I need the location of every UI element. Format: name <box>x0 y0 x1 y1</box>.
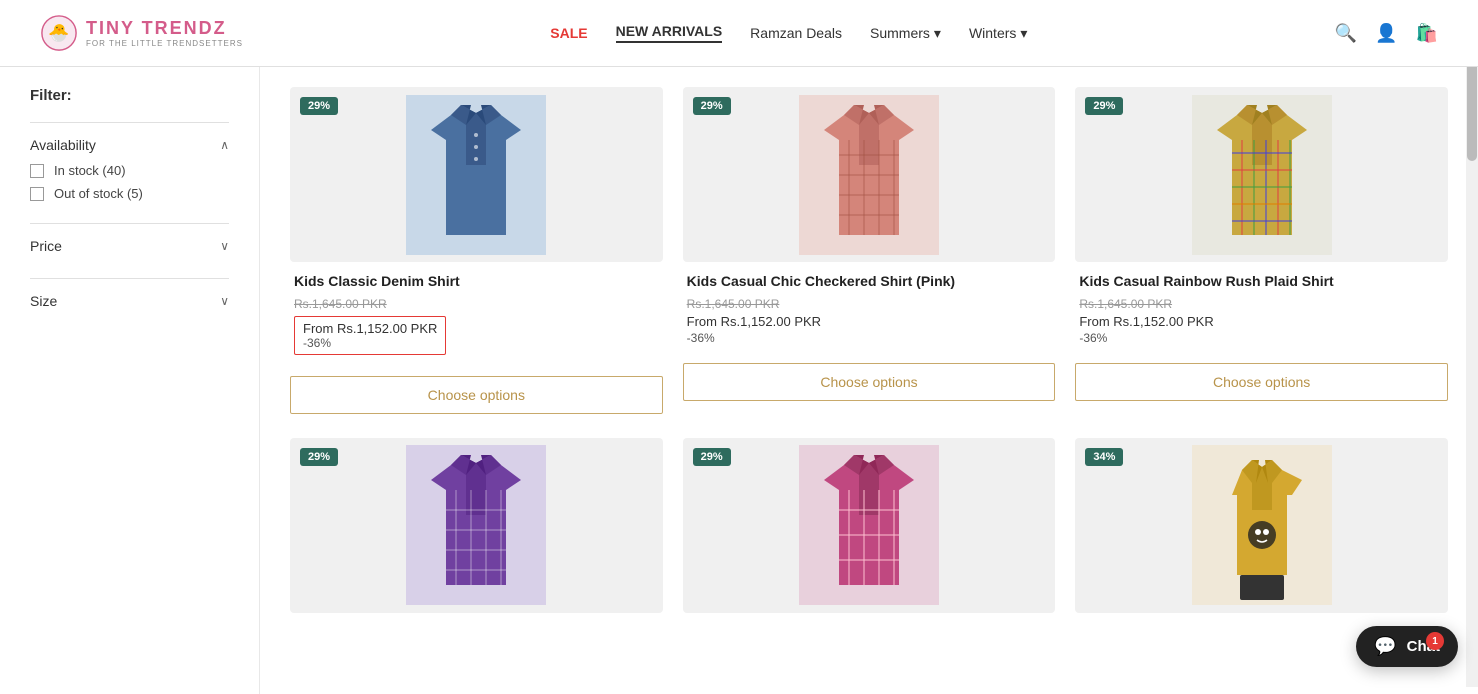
scrollbar-track <box>1466 0 1478 687</box>
price-highlighted-1: From Rs.1,152.00 PKR -36% <box>294 316 446 355</box>
filter-size-header[interactable]: Size ∨ <box>30 293 229 309</box>
product-card-4: 29% <box>290 438 663 613</box>
filter-price-header[interactable]: Price ∨ <box>30 238 229 254</box>
choose-options-button-1[interactable]: Choose options <box>290 376 663 414</box>
price-row-3: From Rs.1,152.00 PKR -36% <box>1079 313 1444 345</box>
nav-new-arrivals[interactable]: NEW ARRIVALS <box>616 23 723 43</box>
product-card-3: 29% Kids Casual Rainbow Rush Plaid Shirt… <box>1075 87 1448 414</box>
original-price-1: Rs.1,645.00 PKR <box>294 297 659 311</box>
in-stock-label: In stock (40) <box>54 163 126 178</box>
discount-badge-6: 34% <box>1085 448 1123 466</box>
main-nav: SALE NEW ARRIVALS Ramzan Deals Summers ▾… <box>550 23 1027 43</box>
product-image-4: 29% <box>290 438 663 613</box>
shirt-image-4 <box>406 445 546 605</box>
product-title-1: Kids Classic Denim Shirt <box>294 272 659 291</box>
discount-badge-2: 29% <box>693 97 731 115</box>
product-image-1: 29% <box>290 87 663 262</box>
search-icon[interactable]: 🔍 <box>1335 23 1357 44</box>
sidebar: Filter: Availability ∧ In stock (40) Out… <box>0 67 260 694</box>
shirt-image-6 <box>1192 445 1332 605</box>
product-grid: 29% Kids Classic Denim Shirt Rs.1,645.00… <box>290 87 1448 414</box>
current-price-2: From Rs.1,152.00 PKR <box>687 314 821 329</box>
discount-pct-3: -36% <box>1079 331 1107 345</box>
choose-options-button-2[interactable]: Choose options <box>683 363 1056 401</box>
filter-in-stock[interactable]: In stock (40) <box>30 163 229 178</box>
chevron-down-icon: ∨ <box>220 239 229 253</box>
product-grid-bottom: 29% <box>290 438 1448 613</box>
nav-summers[interactable]: Summers ▾ <box>870 25 941 42</box>
discount-pct-1: -36% <box>303 336 437 350</box>
shirt-image-3 <box>1192 95 1332 255</box>
product-card-1: 29% Kids Classic Denim Shirt Rs.1,645.00… <box>290 87 663 414</box>
filter-size-label: Size <box>30 293 57 309</box>
logo-text-main: TINY TRENDZ <box>86 18 227 38</box>
filter-out-of-stock[interactable]: Out of stock (5) <box>30 186 229 201</box>
header-icons: 🔍 👤 🛍️ <box>1335 23 1438 44</box>
original-price-2: Rs.1,645.00 PKR <box>687 297 1052 311</box>
chevron-up-icon: ∧ <box>220 138 229 152</box>
filter-title: Filter: <box>30 87 229 104</box>
product-image-2: 29% <box>683 87 1056 262</box>
product-card-5: 29% <box>683 438 1056 613</box>
product-card-2: 29% Kids Casual Chic Checkered Shirt (Pi… <box>683 87 1056 414</box>
choose-options-button-3[interactable]: Choose options <box>1075 363 1448 401</box>
nav-ramzan-deals[interactable]: Ramzan Deals <box>750 25 842 41</box>
filter-size-section: Size ∨ <box>30 278 229 333</box>
out-of-stock-label: Out of stock (5) <box>54 186 143 201</box>
header: 🐣 TINY TRENDZ FOR THE LITTLE TRENDSETTER… <box>0 0 1478 67</box>
logo-text-sub: FOR THE LITTLE TRENDSETTERS <box>86 39 243 48</box>
discount-badge-3: 29% <box>1085 97 1123 115</box>
chat-badge: 1 <box>1426 632 1444 650</box>
chevron-down-icon: ∨ <box>220 294 229 308</box>
discount-pct-2: -36% <box>687 331 715 345</box>
shirt-image-2 <box>799 95 939 255</box>
nav-winters[interactable]: Winters ▾ <box>969 25 1027 42</box>
product-card-6: 34% <box>1075 438 1448 613</box>
original-price-3: Rs.1,645.00 PKR <box>1079 297 1444 311</box>
logo-icon: 🐣 <box>40 14 78 52</box>
product-info-3: Kids Casual Rainbow Rush Plaid Shirt Rs.… <box>1075 262 1448 351</box>
price-row-2: From Rs.1,152.00 PKR -36% <box>687 313 1052 345</box>
chevron-down-icon: ▾ <box>1020 25 1027 42</box>
filter-availability-section: Availability ∧ In stock (40) Out of stoc… <box>30 122 229 223</box>
current-price-1: From Rs.1,152.00 PKR <box>303 321 437 336</box>
logo[interactable]: 🐣 TINY TRENDZ FOR THE LITTLE TRENDSETTER… <box>40 14 243 52</box>
product-image-3: 29% <box>1075 87 1448 262</box>
product-title-3: Kids Casual Rainbow Rush Plaid Shirt <box>1079 272 1444 291</box>
filter-price-section: Price ∨ <box>30 223 229 278</box>
product-info-2: Kids Casual Chic Checkered Shirt (Pink) … <box>683 262 1056 351</box>
chevron-down-icon: ▾ <box>934 25 941 42</box>
discount-badge-4: 29% <box>300 448 338 466</box>
in-stock-checkbox[interactable] <box>30 164 44 178</box>
shirt-image-5 <box>799 445 939 605</box>
chat-bubble-icon: 💬 <box>1374 636 1396 657</box>
filter-availability-header[interactable]: Availability ∧ <box>30 137 229 153</box>
svg-text:🐣: 🐣 <box>48 23 69 43</box>
product-image-6: 34% <box>1075 438 1448 613</box>
discount-badge-1: 29% <box>300 97 338 115</box>
shirt-image-1 <box>406 95 546 255</box>
account-icon[interactable]: 👤 <box>1375 23 1397 44</box>
discount-badge-5: 29% <box>693 448 731 466</box>
main-content: 29% Kids Classic Denim Shirt Rs.1,645.00… <box>260 67 1478 694</box>
product-info-1: Kids Classic Denim Shirt Rs.1,645.00 PKR… <box>290 262 663 364</box>
out-of-stock-checkbox[interactable] <box>30 187 44 201</box>
chat-widget[interactable]: 💬 Chat 1 <box>1356 626 1458 667</box>
current-price-3: From Rs.1,152.00 PKR <box>1079 314 1213 329</box>
nav-sale[interactable]: SALE <box>550 25 587 41</box>
product-title-2: Kids Casual Chic Checkered Shirt (Pink) <box>687 272 1052 291</box>
cart-icon[interactable]: 🛍️ <box>1416 23 1438 44</box>
filter-price-label: Price <box>30 238 62 254</box>
filter-availability-label: Availability <box>30 137 96 153</box>
page-wrapper: Filter: Availability ∧ In stock (40) Out… <box>0 67 1478 694</box>
product-image-5: 29% <box>683 438 1056 613</box>
